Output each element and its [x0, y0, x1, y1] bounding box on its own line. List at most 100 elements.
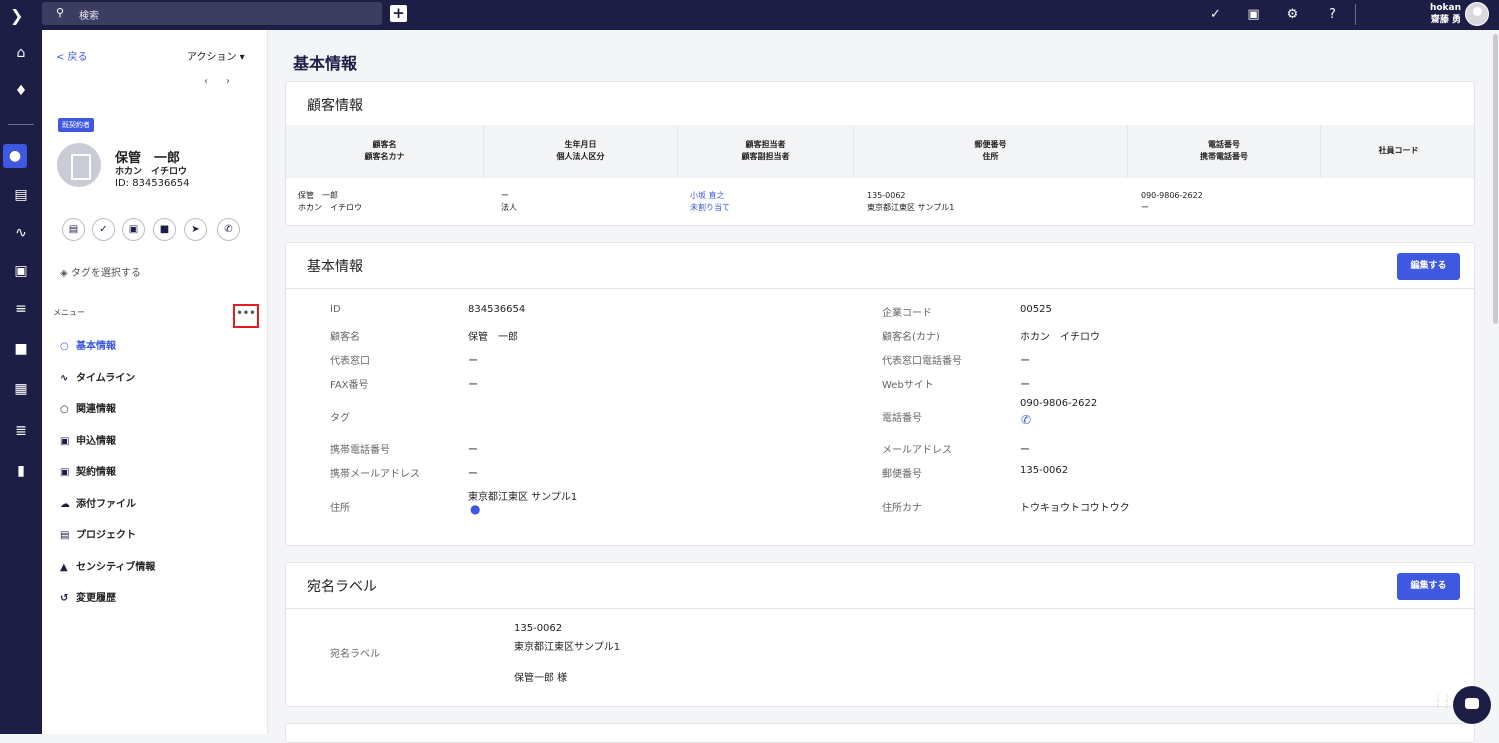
status-badge: 既契約者	[58, 118, 94, 132]
column-header-label: 電話番号	[1208, 140, 1240, 149]
expand-chevron-icon[interactable]: ❯	[10, 6, 28, 25]
column-header-label: 生年月日	[564, 140, 597, 149]
drag-handle-icon[interactable]: ⋮⋮ ⋮⋮	[1434, 694, 1452, 709]
menu-item-history[interactable]: ↺ 変更履歴	[60, 589, 116, 604]
edit-button[interactable]: 編集する	[1397, 253, 1460, 280]
add-button[interactable]: +	[390, 5, 407, 22]
column-header-label: 住所	[982, 152, 999, 161]
search-box[interactable]: ⚲ 検索	[42, 2, 382, 25]
record-pager: ‹›	[204, 76, 248, 87]
contact-icon[interactable]: ▣	[6, 258, 36, 284]
menu-item-label: プロジェクト	[76, 530, 136, 541]
rail-divider	[8, 124, 34, 125]
column-header: 顧客名 顧客名カナ	[286, 125, 484, 178]
calendar-icon[interactable]: ▣	[1245, 6, 1262, 23]
bar-chart-icon[interactable]: ▮	[6, 458, 36, 484]
card-title: 基本情報	[307, 259, 363, 275]
table-cell: 090-9806-2622 ー	[1141, 190, 1203, 214]
menu-item-label: 基本情報	[76, 341, 116, 352]
help-icon[interactable]: ?	[1324, 6, 1341, 23]
calendar-button[interactable]: ▣	[122, 218, 145, 241]
column-header: 生年月日 個人法人区分	[484, 125, 678, 178]
user-name: 齋藤 勇	[1430, 15, 1461, 25]
next-record-button[interactable]: ›	[226, 76, 248, 87]
avatar[interactable]	[1465, 2, 1489, 26]
bell-icon[interactable]: ♦	[6, 78, 36, 104]
gear-icon[interactable]: ⚙	[1284, 6, 1301, 23]
menu-item-timeline[interactable]: ∿ タイムライン	[60, 369, 135, 384]
menu-item-label: タイムライン	[76, 373, 136, 384]
actions-dropdown[interactable]: アクション ▾	[187, 48, 245, 63]
menu-item-attachments[interactable]: ☁ 添付ファイル	[60, 495, 136, 510]
menu-item-label: 変更履歴	[76, 593, 116, 604]
field-label: FAX番号	[330, 380, 369, 391]
map-pin-icon[interactable]: ●	[470, 502, 480, 516]
page-title: 基本情報	[293, 54, 358, 73]
field-label: 電話番号	[882, 413, 922, 424]
menu-item-sensitive[interactable]: ▲ センシティブ情報	[60, 558, 155, 573]
search-icon: ⚲	[56, 6, 65, 19]
tag-select[interactable]: ◈ タグを選択する	[60, 264, 141, 279]
menu-item-related[interactable]: ○ 関連情報	[60, 400, 116, 415]
field-label: タグ	[330, 413, 350, 424]
field-label: 携帯電話番号	[330, 445, 390, 456]
main-content: 基本情報 顧客情報 顧客名 顧客名カナ 生年月日 個人法人区分 顧客担当者 顧客…	[268, 30, 1499, 743]
phone-icon[interactable]: ✆	[1021, 413, 1031, 427]
field-label: 住所カナ	[882, 503, 922, 514]
column-header-label: 郵便番号	[974, 140, 1007, 149]
cell-owner-link[interactable]: 小坂 直之	[690, 190, 730, 202]
back-link[interactable]: < 戻る	[56, 48, 88, 63]
menu-heading: メニュー	[53, 308, 85, 317]
cell-phone: 090-9806-2622	[1141, 191, 1203, 200]
menu-item-basic-info[interactable]: ○ 基本情報	[60, 337, 116, 352]
home-icon[interactable]: ⌂	[6, 40, 36, 66]
user-info[interactable]: hokan 齋藤 勇	[1430, 2, 1461, 26]
top-bar: ❯ ⚲ 検索 + ✓ ▣ ⚙ ? hokan 齋藤 勇	[0, 0, 1499, 30]
folder-icon[interactable]: ■	[6, 336, 36, 362]
column-header: 電話番号 携帯電話番号	[1128, 125, 1321, 178]
timeline-icon: ∿	[60, 373, 69, 384]
field-value: ー	[468, 469, 478, 480]
trend-icon[interactable]: ∿	[6, 220, 36, 246]
menu-item-label: 契約情報	[76, 467, 116, 478]
field-label: 代表窓口	[330, 356, 370, 367]
contact-card-button[interactable]: ■	[153, 218, 176, 241]
send-button[interactable]: ➤	[184, 218, 207, 241]
field-label: 宛名ラベル	[330, 649, 380, 660]
field-label: Webサイト	[882, 380, 934, 391]
edit-button[interactable]: 編集する	[1397, 573, 1460, 600]
customer-id: ID: 834536654	[115, 178, 190, 189]
cell-sub-owner-link[interactable]: 未割り当て	[690, 202, 730, 214]
menu-more-button[interactable]: •••	[233, 304, 259, 328]
field-value: トウキョウトコウトウク	[1020, 503, 1130, 514]
cell-postal: 135-0062	[867, 191, 906, 200]
left-rail: ⌂ ♦ ● ▤ ∿ ▣ ≡ ■ ▦ ≣ ▮	[0, 30, 42, 734]
chat-icon[interactable]	[1453, 686, 1491, 724]
scrollbar[interactable]	[1493, 34, 1498, 324]
table-cell: 135-0062 東京都江東区 サンプル1	[867, 190, 954, 214]
comment-button[interactable]: ▤	[62, 218, 85, 241]
task-check-button[interactable]: ✓	[92, 218, 115, 241]
menu-item-contract[interactable]: ▣ 契約情報	[60, 463, 116, 478]
prev-record-button[interactable]: ‹	[204, 76, 226, 87]
next-card	[285, 723, 1475, 743]
column-header: 顧客担当者 顧客副担当者	[678, 125, 854, 178]
cell-address: 東京都江東区 サンプル1	[867, 203, 955, 212]
document-icon[interactable]: ▤	[6, 182, 36, 208]
menu-item-label: 申込情報	[76, 436, 116, 447]
menu-item-label: 添付ファイル	[76, 499, 136, 510]
column-header-label: 顧客担当者	[745, 140, 786, 149]
menu-item-projects[interactable]: ▤ プロジェクト	[60, 526, 136, 541]
menu-item-application[interactable]: ▣ 申込情報	[60, 432, 116, 447]
phone-button[interactable]: ✆	[217, 218, 240, 241]
check-circle-icon[interactable]: ✓	[1207, 6, 1224, 23]
list-clear-icon[interactable]: ≣	[6, 418, 36, 444]
history-icon: ↺	[60, 593, 69, 604]
checklist-icon[interactable]: ≡	[6, 296, 36, 322]
person-icon: ○	[60, 341, 69, 352]
book-icon[interactable]: ▦	[6, 376, 36, 402]
field-value: ホカン イチロウ	[1020, 332, 1100, 343]
user-id: hokan	[1429, 3, 1461, 13]
field-value: ー	[1020, 380, 1030, 391]
customer-icon[interactable]: ●	[3, 144, 27, 168]
